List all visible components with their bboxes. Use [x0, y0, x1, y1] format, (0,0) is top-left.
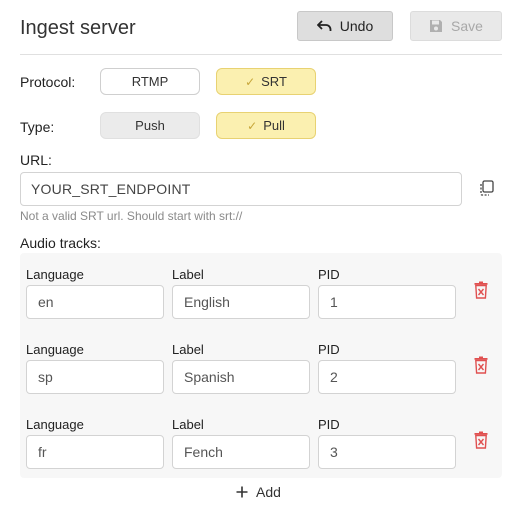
- language-input[interactable]: sp: [26, 360, 164, 394]
- protocol-option-rtmp[interactable]: RTMP: [100, 68, 200, 95]
- add-track-label: Add: [256, 484, 281, 500]
- audio-track-row: Language Label PID sp Spanish 2: [20, 328, 502, 403]
- language-input[interactable]: en: [26, 285, 164, 319]
- track-label-label: Label: [172, 342, 204, 357]
- audio-tracks-label: Audio tracks:: [20, 235, 101, 251]
- protocol-option-srt[interactable]: ✓ SRT: [216, 68, 316, 95]
- track-label-label: Label: [172, 417, 204, 432]
- save-button[interactable]: Save: [410, 11, 502, 41]
- url-label: URL:: [20, 152, 52, 168]
- language-label: Language: [26, 267, 84, 282]
- undo-button[interactable]: Undo: [297, 11, 393, 41]
- language-label: Language: [26, 342, 84, 357]
- copy-icon[interactable]: [478, 180, 494, 196]
- page-title: Ingest server: [20, 17, 136, 39]
- protocol-label: Protocol:: [20, 74, 76, 90]
- url-input[interactable]: YOUR_SRT_ENDPOINT: [20, 172, 462, 206]
- type-label: Type:: [20, 119, 55, 135]
- protocol-option-label: RTMP: [131, 74, 169, 89]
- plus-icon: [236, 486, 248, 498]
- language-label: Language: [26, 417, 84, 432]
- undo-label: Undo: [339, 18, 374, 34]
- audio-track-row: Language Label PID fr Fench 3: [20, 403, 502, 478]
- pid-label: PID: [318, 342, 340, 357]
- undo-icon: [316, 20, 332, 31]
- save-label: Save: [451, 18, 483, 34]
- pid-label: PID: [318, 417, 340, 432]
- url-hint: Not a valid SRT url. Should start with s…: [20, 209, 243, 223]
- track-label-input[interactable]: English: [172, 285, 310, 319]
- type-option-push[interactable]: Push: [100, 112, 200, 139]
- audio-tracks-panel: Language Label PID en English 1 Language…: [20, 253, 502, 478]
- delete-track-icon[interactable]: [474, 281, 488, 299]
- check-icon: ✓: [247, 118, 258, 133]
- add-track-button[interactable]: Add: [236, 484, 281, 500]
- pid-input[interactable]: 2: [318, 360, 456, 394]
- check-icon: ✓: [245, 74, 256, 89]
- protocol-option-label: SRT: [261, 74, 287, 89]
- url-value: YOUR_SRT_ENDPOINT: [31, 181, 191, 197]
- language-input[interactable]: fr: [26, 435, 164, 469]
- track-label-input[interactable]: Fench: [172, 435, 310, 469]
- delete-track-icon[interactable]: [474, 431, 488, 449]
- audio-track-row: Language Label PID en English 1: [20, 253, 502, 328]
- track-label-input[interactable]: Spanish: [172, 360, 310, 394]
- type-option-pull[interactable]: ✓ Pull: [216, 112, 316, 139]
- header: Ingest server Undo Save: [20, 8, 502, 55]
- track-label-label: Label: [172, 267, 204, 282]
- delete-track-icon[interactable]: [474, 356, 488, 374]
- save-icon: [430, 20, 443, 32]
- pid-input[interactable]: 3: [318, 435, 456, 469]
- type-option-label: Pull: [263, 118, 285, 133]
- type-option-label: Push: [135, 118, 165, 133]
- pid-label: PID: [318, 267, 340, 282]
- pid-input[interactable]: 1: [318, 285, 456, 319]
